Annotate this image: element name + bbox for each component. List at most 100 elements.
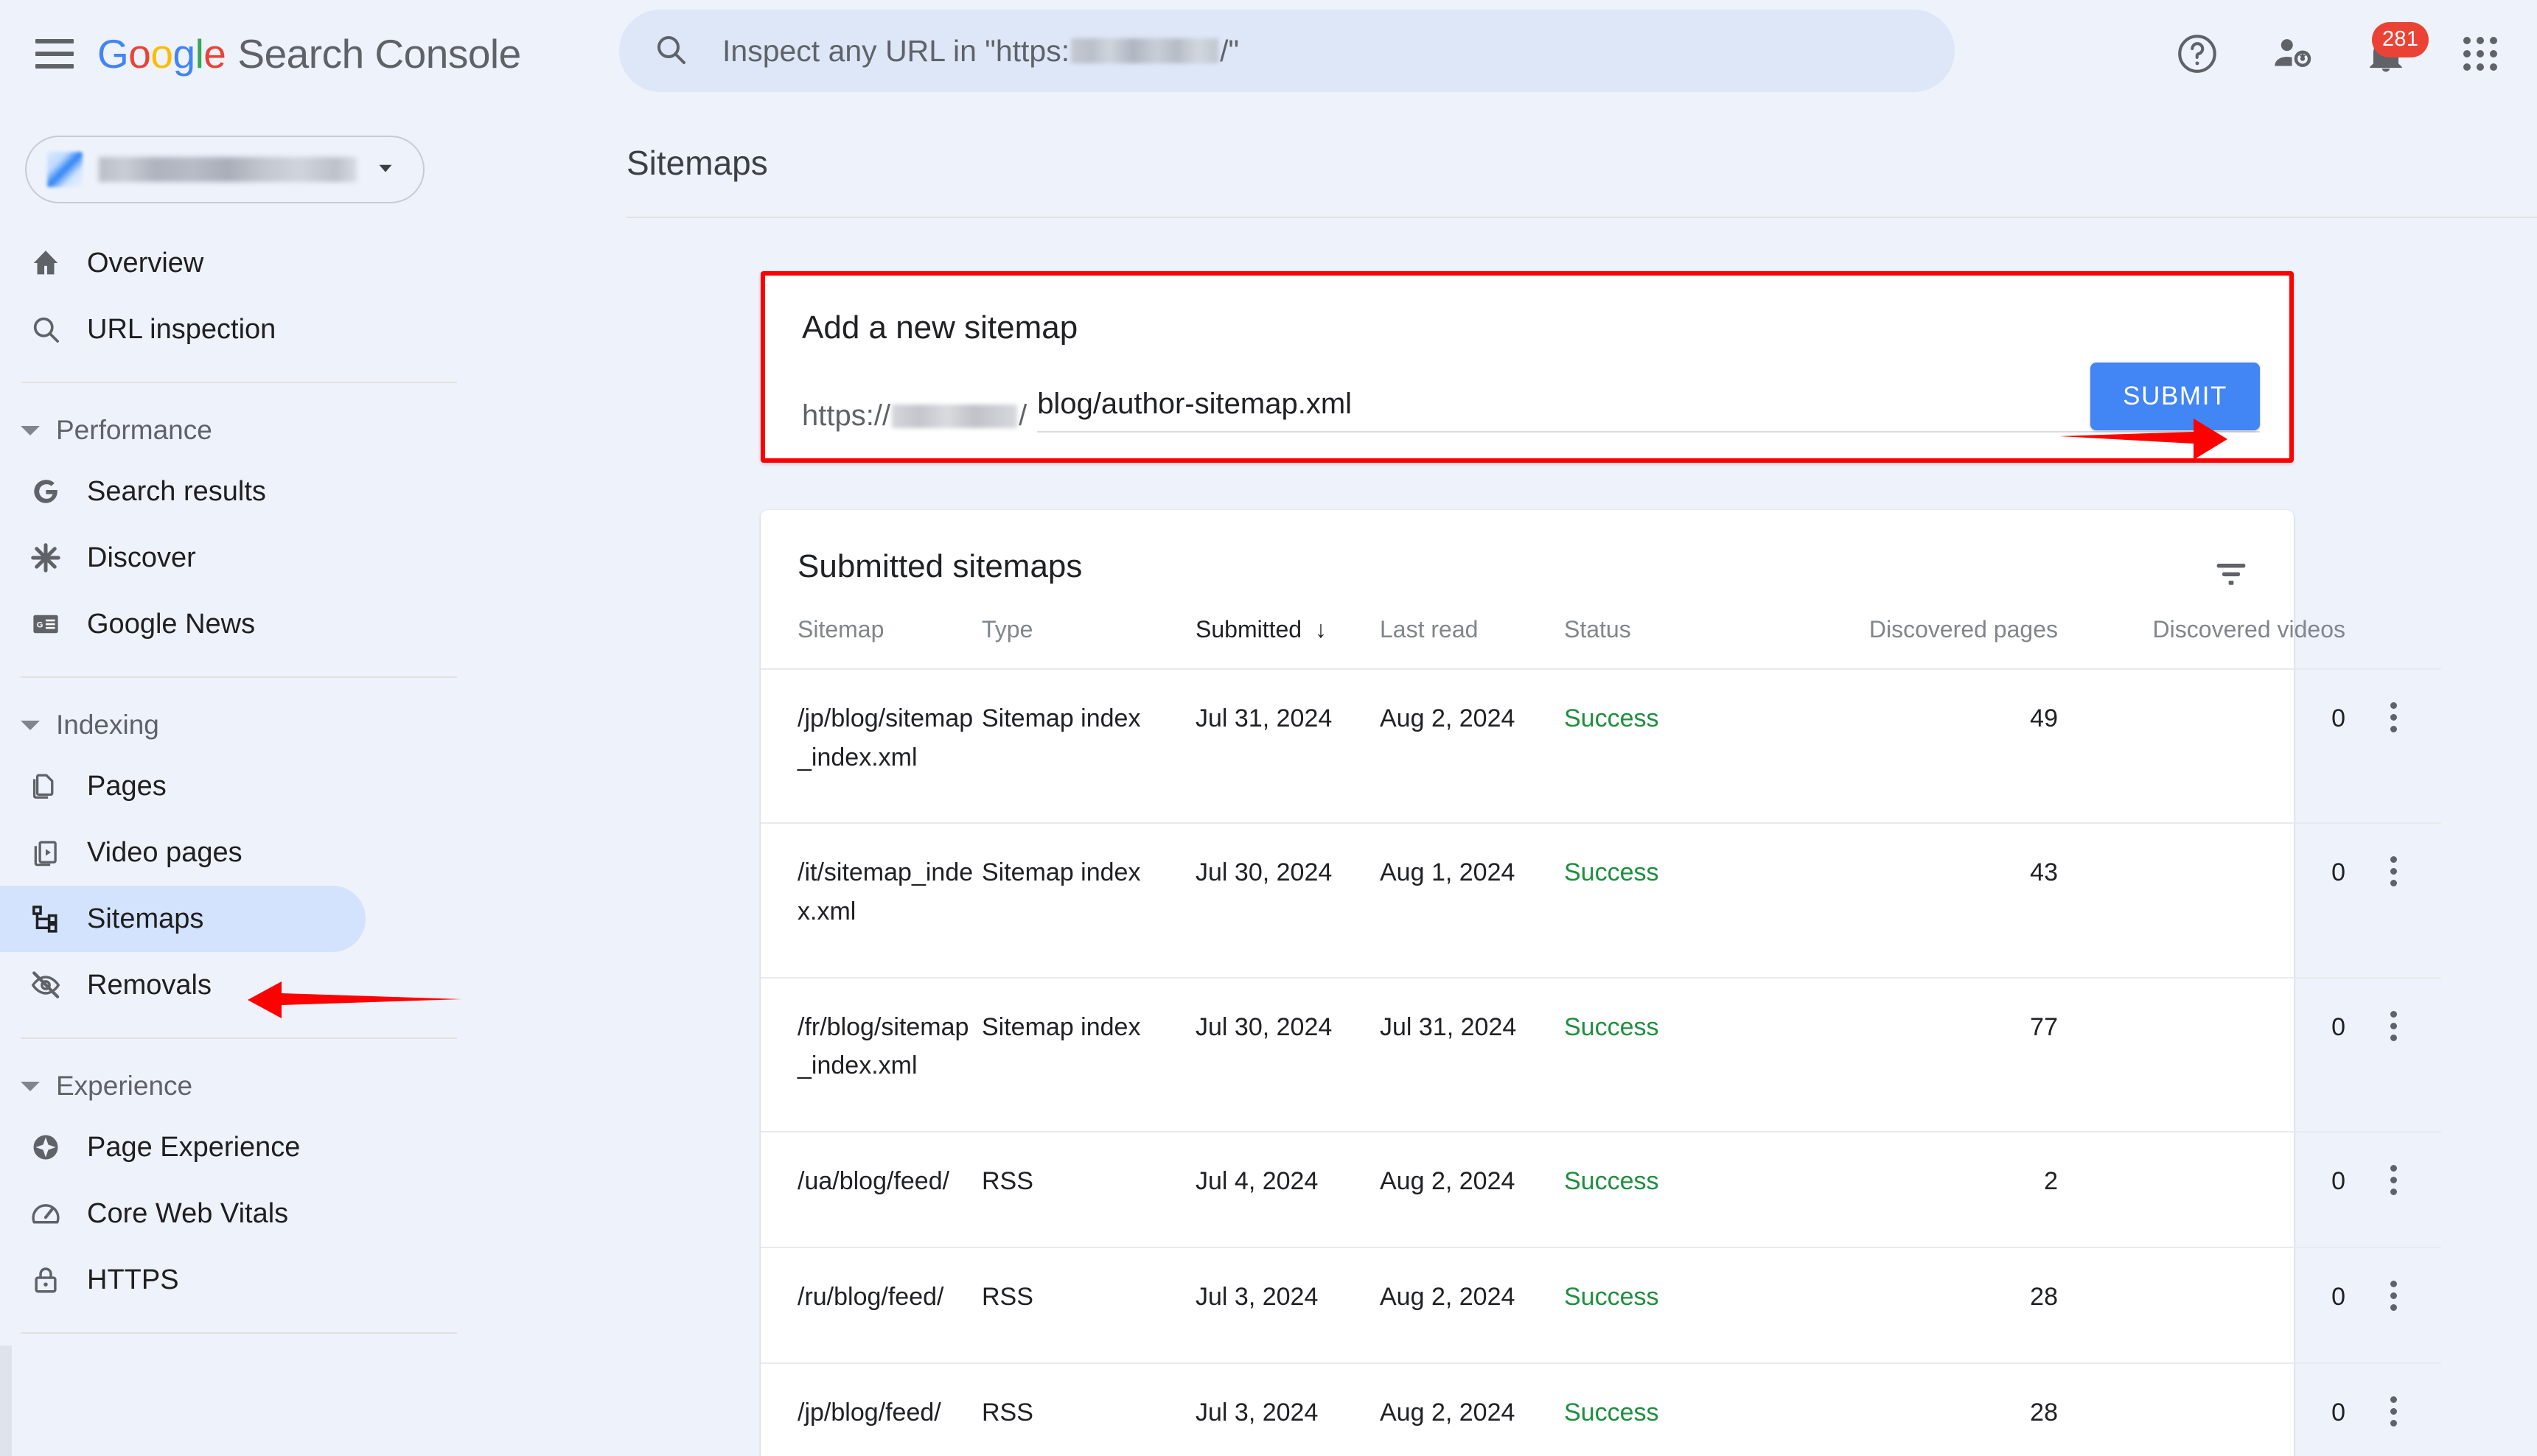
cell-sitemap[interactable]: /it/sitemap_index.xml (761, 823, 982, 977)
sidebar-scrollbar[interactable] (0, 1345, 12, 1456)
search-icon (653, 32, 688, 71)
table-row[interactable]: /jp/blog/feed/ RSS Jul 3, 2024 Aug 2, 20… (761, 1363, 2441, 1456)
cell-submitted: Jul 31, 2024 (1196, 669, 1380, 823)
cell-discovered-videos: 0 (2058, 978, 2345, 1132)
sidebar-item-label: Sitemaps (87, 903, 203, 935)
more-options-icon[interactable] (2345, 853, 2441, 886)
sidebar-item-video-pages[interactable]: Video pages (0, 819, 366, 886)
caret-down-icon (21, 426, 40, 435)
cell-sitemap[interactable]: /ua/blog/feed/ (761, 1132, 982, 1247)
cell-status: Success (1564, 978, 1770, 1132)
logo-letter: g (172, 30, 195, 77)
cell-discovered-videos: 0 (2058, 669, 2345, 823)
sidebar-divider (21, 382, 457, 383)
sidebar-item-pages[interactable]: Pages (0, 753, 366, 819)
filter-funnel-icon[interactable] (2210, 553, 2252, 599)
sidebar-item-label: Video pages (87, 837, 242, 869)
table-row[interactable]: /fr/blog/sitemap_index.xml Sitemap index… (761, 978, 2441, 1132)
column-header-last-read[interactable]: Last read (1380, 616, 1564, 669)
cell-discovered-videos: 0 (2058, 823, 2345, 977)
sidebar-item-label: Google News (87, 609, 255, 640)
apps-grid-icon[interactable] (2457, 31, 2503, 77)
sidebar: Overview URL inspection Performance Sear… (0, 108, 457, 1456)
cell-sitemap[interactable]: /jp/blog/sitemap_index.xml (761, 669, 982, 823)
redacted-domain (1071, 38, 1218, 63)
sidebar-group-indexing[interactable]: Indexing (0, 697, 457, 753)
sidebar-item-label: HTTPS (87, 1264, 179, 1296)
sidebar-item-sitemaps[interactable]: Sitemaps (0, 886, 366, 952)
cell-sitemap[interactable]: /jp/blog/feed/ (761, 1363, 982, 1456)
column-header-type[interactable]: Type (982, 616, 1196, 669)
sidebar-divider (21, 1037, 457, 1039)
sidebar-item-https[interactable]: HTTPS (0, 1247, 366, 1313)
more-options-icon[interactable] (2345, 1008, 2441, 1041)
table-row[interactable]: /jp/blog/sitemap_index.xml Sitemap index… (761, 669, 2441, 823)
cell-type: RSS (982, 1247, 1196, 1363)
cell-last-read: Aug 2, 2024 (1380, 1132, 1564, 1247)
sitemap-url-prefix: https:/// (802, 399, 1027, 433)
sitemap-url-input[interactable] (1037, 388, 2260, 433)
sidebar-item-label: Search results (87, 476, 266, 508)
help-circle-icon[interactable] (2174, 31, 2220, 77)
column-header-discovered-videos[interactable]: Discovered videos (2058, 616, 2345, 669)
cell-sitemap[interactable]: /fr/blog/sitemap_index.xml (761, 978, 982, 1132)
cell-submitted: Jul 30, 2024 (1196, 823, 1380, 977)
table-row[interactable]: /ru/blog/feed/ RSS Jul 3, 2024 Aug 2, 20… (761, 1247, 2441, 1363)
column-header-sitemap[interactable]: Sitemap (761, 616, 982, 669)
sidebar-item-discover[interactable]: Discover (0, 525, 366, 591)
sidebar-nav: Overview URL inspection Performance Sear… (0, 230, 457, 1334)
property-selector[interactable] (25, 136, 425, 203)
submit-button[interactable]: SUBMIT (2090, 363, 2260, 430)
more-options-icon[interactable] (2345, 1393, 2441, 1427)
sidebar-item-core-web-vitals[interactable]: Core Web Vitals (0, 1180, 366, 1247)
notification-badge: 281 (2372, 22, 2429, 57)
cell-discovered-videos: 0 (2058, 1132, 2345, 1247)
sidebar-group-label: Experience (56, 1071, 192, 1102)
table-row[interactable]: /ua/blog/feed/ RSS Jul 4, 2024 Aug 2, 20… (761, 1132, 2441, 1247)
svg-text:G: G (37, 621, 43, 630)
sidebar-item-label: Overview (87, 248, 203, 279)
more-options-icon[interactable] (2345, 1278, 2441, 1311)
column-header-discovered-pages[interactable]: Discovered pages (1770, 616, 2058, 669)
url-inspection-search-bar[interactable]: Inspect any URL in "https:/" (619, 10, 1955, 92)
cell-type: RSS (982, 1363, 1196, 1456)
submitted-sitemaps-heading: Submitted sitemaps (761, 510, 2294, 585)
hamburger-menu-icon[interactable] (35, 39, 74, 69)
cell-status: Success (1564, 1363, 1770, 1456)
table-row[interactable]: /it/sitemap_index.xml Sitemap index Jul … (761, 823, 2441, 977)
page-title: Sitemaps (457, 108, 2537, 183)
more-options-icon[interactable] (2345, 699, 2441, 732)
cell-sitemap[interactable]: /ru/blog/feed/ (761, 1247, 982, 1363)
column-header-submitted[interactable]: Submitted ↓ (1196, 616, 1380, 669)
app-title: Search Console (237, 30, 520, 77)
cell-status: Success (1564, 669, 1770, 823)
sidebar-group-experience[interactable]: Experience (0, 1058, 457, 1114)
sidebar-divider (21, 676, 457, 678)
cell-type: Sitemap index (982, 978, 1196, 1132)
property-name-redacted (99, 157, 357, 182)
search-placeholder: Inspect any URL in "https:/" (722, 34, 1239, 69)
sidebar-item-search-results[interactable]: Search results (0, 458, 366, 525)
sidebar-group-performance[interactable]: Performance (0, 402, 457, 458)
sidebar-item-removals[interactable]: Removals (0, 952, 366, 1018)
pages-copy-icon (25, 766, 66, 807)
bell-icon[interactable]: 281 (2363, 31, 2409, 77)
chevron-down-icon (373, 155, 398, 184)
cell-discovered-pages: 43 (1770, 823, 2058, 977)
more-options-icon[interactable] (2345, 1162, 2441, 1195)
cell-submitted: Jul 3, 2024 (1196, 1363, 1380, 1456)
sidebar-item-page-experience[interactable]: Page Experience (0, 1114, 366, 1180)
person-gear-icon[interactable] (2269, 31, 2314, 77)
column-header-submitted-label: Submitted (1196, 616, 1302, 643)
column-header-status[interactable]: Status (1564, 616, 1770, 669)
add-sitemap-heading: Add a new sitemap (765, 276, 2289, 346)
sidebar-item-google-news[interactable]: G Google News (0, 591, 366, 657)
logo-letter: o (150, 30, 172, 77)
cell-actions (2345, 1247, 2441, 1363)
app-header: Google Search Console Inspect any URL in… (0, 0, 2537, 108)
cell-status: Success (1564, 1132, 1770, 1247)
sidebar-item-url-inspection[interactable]: URL inspection (0, 296, 366, 363)
google-g-icon (25, 471, 66, 512)
sidebar-item-overview[interactable]: Overview (0, 230, 366, 296)
cell-submitted: Jul 4, 2024 (1196, 1132, 1380, 1247)
